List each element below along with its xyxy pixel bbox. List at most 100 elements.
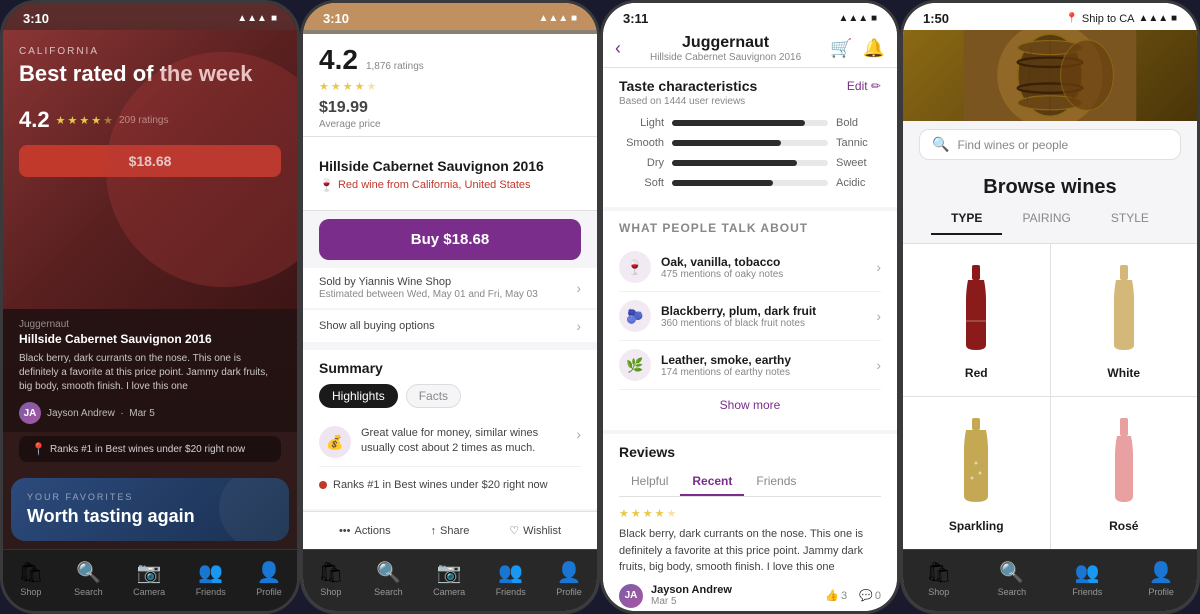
talk-item-oak[interactable]: 🍷 Oak, vanilla, tobacco 475 mentions of … [619, 243, 881, 292]
sold-by-text-2: Sold by Yiannis Wine Shop Estimated betw… [319, 276, 538, 300]
search-bar-4[interactable]: 🔍 Find wines or people [919, 129, 1181, 160]
browse-tab-pairing[interactable]: PAIRING [1002, 203, 1090, 235]
wine-brand-2: Juggernaut [319, 145, 581, 156]
shop-icon-1: 🛍 [18, 560, 43, 585]
nav-camera-1[interactable]: 📷 Camera [125, 558, 173, 599]
show-buying-row[interactable]: Show all buying options › [303, 310, 597, 342]
taste-fill-dry-sweet [672, 160, 797, 166]
review-tab-friends[interactable]: Friends [744, 468, 808, 496]
origin-text-2: Red wine from California, United States [338, 179, 531, 191]
bottom-card-1: YOUR FAVORITES Worth tasting again [11, 478, 289, 541]
price-label-2: Average price [319, 119, 581, 130]
talk-name-blackberry: Blackberry, plum, dark fruit [661, 304, 876, 318]
price-button-1[interactable]: $18.68 [19, 145, 281, 177]
wine-detail-header-2: 4.2 1,876 ratings ★ ★ ★ ★ ★ $19.99 Avera… [303, 34, 597, 137]
camera-icon-2: 📷 [437, 560, 462, 585]
rating-big-2: 4.2 [319, 44, 358, 76]
hf-tabs-2: Highlights Facts [319, 384, 581, 408]
wine-name-section-2: Juggernaut Hillside Cabernet Sauvignon 2… [303, 137, 597, 211]
wishlist-btn-2[interactable]: ♡ Wishlist [501, 520, 569, 541]
review-tab-recent[interactable]: Recent [680, 468, 744, 496]
oak-icon-wrap: 🍷 [619, 251, 651, 283]
wine-title-1: Hillside Cabernet Sauvignon 2016 [19, 332, 281, 346]
nav-search-2[interactable]: 🔍 Search [366, 558, 411, 599]
stars-1: ★ ★ ★ ★ ★ [56, 114, 113, 127]
wine-type-rose[interactable]: Rosé [1051, 397, 1198, 549]
nav-profile-1[interactable]: 👤 Profile [248, 558, 290, 599]
nav-search-1[interactable]: 🔍 Search [66, 558, 111, 599]
sparkling-label: Sparkling [949, 519, 1004, 533]
wine-type-white[interactable]: White [1051, 244, 1198, 396]
nav-shop-2[interactable]: 🛍 Shop [310, 558, 351, 599]
cart-icon-3[interactable]: 🛒 [830, 38, 852, 59]
review-comment-btn[interactable]: 💬 0 [859, 589, 881, 602]
taste-bar-smooth-tannic [672, 140, 828, 146]
wifi-2: ▲▲▲ ■ [538, 13, 577, 24]
browse-tab-type[interactable]: TYPE [931, 203, 1002, 235]
nav-friends-2[interactable]: 👥 Friends [488, 558, 534, 599]
taste-bar-light-bold [672, 120, 828, 126]
nav-profile-label-1: Profile [256, 587, 282, 597]
browse-tab-style[interactable]: STYLE [1091, 203, 1169, 235]
show-more-btn-3[interactable]: Show more [619, 390, 881, 420]
status-icons-4: 📍 Ship to CA ▲▲▲ ■ [1065, 13, 1177, 25]
highlights-tab-2[interactable]: Highlights [319, 384, 398, 408]
nav-search-label-1: Search [74, 587, 103, 597]
nav-camera-2[interactable]: 📷 Camera [425, 558, 473, 599]
reviewer-avatar-1: JA [19, 402, 41, 424]
review-like-btn[interactable]: 👍 3 [825, 589, 847, 602]
nav-shop-1[interactable]: 🛍 Shop [10, 558, 51, 599]
review-body-3: Black berry, dark currants on the nose. … [619, 526, 881, 576]
nav-friends-1[interactable]: 👥 Friends [188, 558, 234, 599]
search-icon-nav-1: 🔍 [76, 560, 101, 585]
back-button-3[interactable]: ‹ [615, 38, 621, 59]
nav-profile-2[interactable]: 👤 Profile [548, 558, 590, 599]
wine-header-title: Juggernaut Hillside Cabernet Sauvignon 2… [650, 34, 801, 63]
status-time-4: 1:50 [923, 11, 949, 26]
friends-icon-4: 👥 [1075, 560, 1100, 585]
nav-search-4[interactable]: 🔍 Search [990, 558, 1035, 599]
reviews-section-3: Reviews Helpful Recent Friends ★ ★ ★ ★ ★… [603, 434, 897, 614]
highlight-chevron-1: › [576, 426, 581, 442]
share-icon: ↑ [431, 525, 437, 537]
browse-title-4: Browse wines [903, 168, 1197, 203]
sold-by-row-2[interactable]: Sold by Yiannis Wine Shop Estimated betw… [303, 268, 597, 308]
review-actions-3: 👍 3 💬 0 [825, 589, 881, 602]
status-time-1: 3:10 [23, 11, 49, 26]
nav-shop-4[interactable]: 🛍 Shop [918, 558, 959, 599]
highlight-text-1: Great value for money, similar wines usu… [361, 426, 566, 457]
buy-button-2[interactable]: Buy $18.68 [319, 219, 581, 260]
red-label: Red [965, 366, 988, 380]
taste-fill-smooth-tannic [672, 140, 781, 146]
actions-btn-2[interactable]: ••• Actions [331, 520, 399, 541]
phone-2: 3:10 ▲▲▲ ■ [300, 0, 600, 614]
rating-value-1: 4.2 [19, 107, 50, 133]
wishlist-icon: ♡ [509, 524, 519, 537]
taste-edit-3[interactable]: Edit ✏ [847, 79, 881, 93]
share-btn-2[interactable]: ↑ Share [423, 520, 478, 541]
talk-item-blackberry[interactable]: 🫐 Blackberry, plum, dark fruit 360 menti… [619, 292, 881, 341]
review-reviewer-name: Jayson Andrew [651, 584, 817, 596]
nav-friends-label-2: Friends [496, 587, 526, 597]
wine-type-sparkling[interactable]: Sparkling [903, 397, 1050, 549]
star-3: ★ [79, 114, 89, 127]
search-icon-nav-2: 🔍 [376, 560, 401, 585]
nav-friends-4[interactable]: 👥 Friends [1064, 558, 1110, 599]
facts-tab-2[interactable]: Facts [406, 384, 461, 408]
rank-icon-1: 📍 [31, 442, 46, 456]
p2-star-4: ★ [355, 80, 365, 93]
bell-icon-3[interactable]: 🔔 [863, 38, 885, 59]
wine-type-red[interactable]: Red [903, 244, 1050, 396]
profile-icon-2: 👤 [557, 560, 582, 585]
nav-profile-4[interactable]: 👤 Profile [1140, 558, 1182, 599]
camera-icon-1: 📷 [137, 560, 162, 585]
hero-region: CALIFORNIA [19, 46, 281, 57]
search-input-4[interactable]: Find wines or people [957, 138, 1168, 152]
wifi-1: ▲▲▲ [237, 13, 267, 24]
taste-label-bold: Bold [836, 117, 881, 129]
talk-item-leather[interactable]: 🌿 Leather, smoke, earthy 174 mentions of… [619, 341, 881, 390]
oak-chevron: › [876, 259, 881, 275]
review-tab-helpful[interactable]: Helpful [619, 468, 680, 496]
nav-profile-label-4: Profile [1148, 587, 1174, 597]
wifi-3: ▲▲▲ ■ [838, 13, 877, 24]
